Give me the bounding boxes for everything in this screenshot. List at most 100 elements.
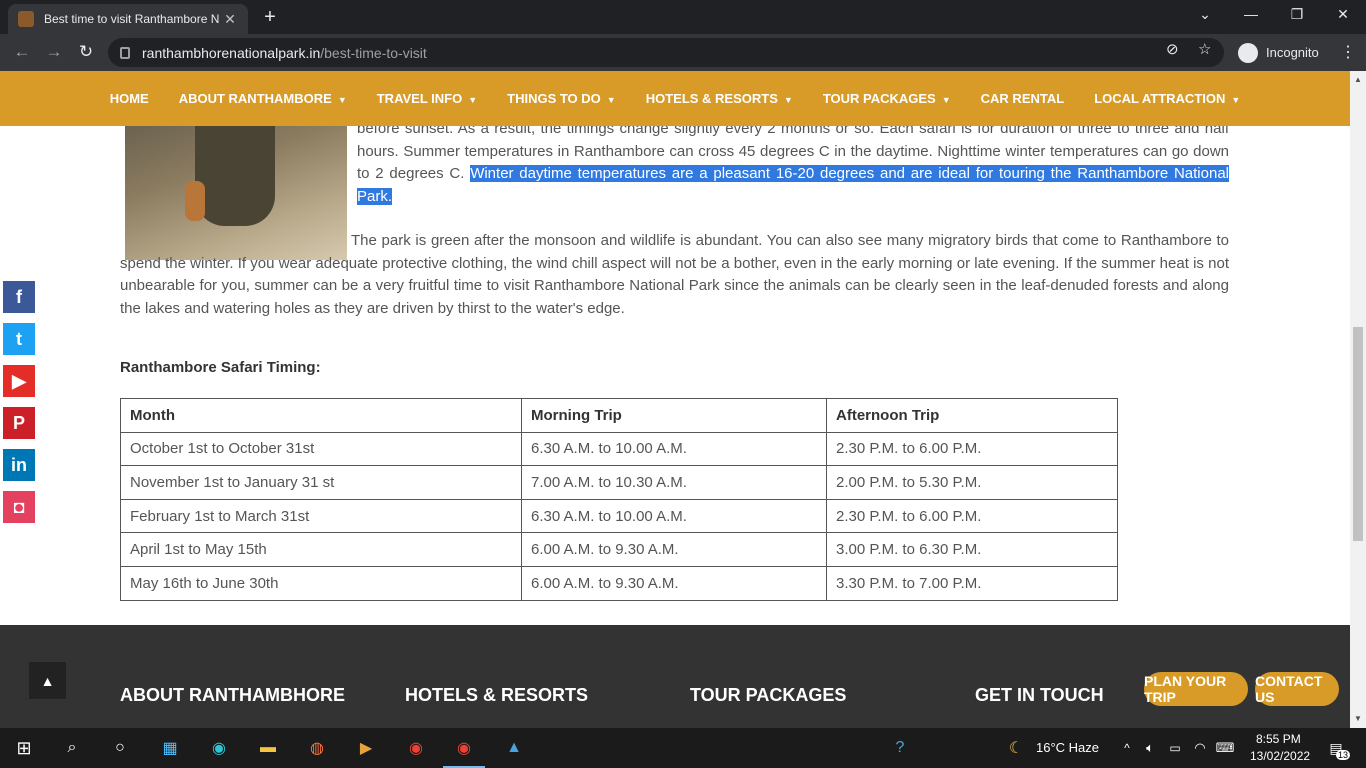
url-host: ranthambhorenationalpark.in [142,44,321,61]
chevron-down-icon: ▼ [1231,95,1241,105]
nav-item-label: TOUR PACKAGES [822,91,936,106]
footer-heading-tours: TOUR PACKAGES [690,685,847,705]
firefox-icon[interactable]: ◍ [305,736,329,760]
nav-item-tour-packages[interactable]: TOUR PACKAGES ▼ [808,91,966,106]
nav-item-travel-info[interactable]: TRAVEL INFO ▼ [362,91,492,106]
table-cell: 2.30 P.M. to 6.00 P.M. [826,431,1118,467]
chevron-down-icon: ▼ [783,95,793,105]
browser-tab-bar: Best time to visit Ranthambore N ✕ + ⌄ —… [0,0,1366,34]
table-row: February 1st to March 31st 6.30 A.M. to 1… [120,498,1118,534]
store-icon[interactable]: ▦ [158,736,182,760]
chrome-icon[interactable]: ◉ [404,736,428,760]
file-explorer-icon[interactable]: ▬ [256,736,280,760]
table-cell: 3.30 P.M. to 7.00 P.M. [826,565,1118,601]
table-row: May 16th to June 30th 6.00 A.M. to 9.30 A… [120,565,1118,601]
windows-taskbar: ⊞ ⌕ ○ ▦ ◉ ▬ ◍ ▶ ◉ ◉ ▲ ? ☾ 16°C Haze ^ 🔈︎… [0,728,1366,768]
weather-icon[interactable]: ☾ [1004,736,1028,760]
bookmark-star-icon[interactable]: ☆ [1198,40,1211,58]
nav-item-label: TRAVEL INFO [376,91,463,106]
linkedin-icon[interactable]: in [3,449,35,481]
windows-start-icon[interactable]: ⊞ [12,736,36,760]
table-row: April 1st to May 15th 6.00 A.M. to 9.30 A… [120,532,1118,567]
photos-icon[interactable]: ▲ [502,736,526,760]
eye-off-icon[interactable]: ⊘ [1166,40,1179,58]
footer-heading-hotels: HOTELS & RESORTS [405,685,589,705]
forward-icon[interactable]: → [42,42,66,62]
nav-item-things-to-do[interactable]: THINGS TO DO ▼ [492,91,631,106]
new-tab-button[interactable]: + [258,6,282,29]
table-cell: 6.00 A.M. to 9.30 A.M. [521,565,827,601]
site-footer: ▲ ABOUT RANTHAMBHORE HOTELS & RESORTS TO… [0,625,1350,728]
browser-toolbar: ← → ↻ ranthambhorenationalpark.in/best-t… [0,34,1366,71]
nav-item-label: CAR RENTAL [980,91,1065,106]
table-cell: 7.00 A.M. to 10.30 A.M. [521,465,827,500]
reload-icon[interactable]: ↻ [74,42,98,62]
nav-item-hotels-resorts[interactable]: HOTELS & RESORTS ▼ [631,91,808,106]
incognito-icon [1238,42,1258,63]
footer-heading-contact: GET IN TOUCH [975,685,1104,705]
weather-text[interactable]: 16°C Haze [1036,740,1099,755]
incognito-badge[interactable]: Incognito [1232,38,1329,67]
safari-timing-table: Month Morning Trip Afternoon Trip Octobe… [120,398,1118,601]
table-cell: October 1st to October 31st [120,431,522,467]
page-scrollbar[interactable]: ▲ ▼ [1350,71,1366,728]
tab-search-icon[interactable]: ⌄ [1190,6,1220,23]
tray-chevron-icon[interactable]: ^ [1115,736,1139,760]
speaker-icon[interactable]: 🔈︎ [1138,736,1162,760]
scroll-up-icon[interactable]: ▲ [1350,75,1366,84]
scroll-to-top-button[interactable]: ▲ [29,662,66,699]
search-icon[interactable]: ⌕ [60,736,84,760]
nav-item-local-attraction[interactable]: LOCAL ATTRACTION ▼ [1079,91,1255,106]
table-row: October 1st to October 31st 6.30 A.M. to … [120,431,1118,467]
plan-your-trip-button[interactable]: PLAN YOUR TRIP [1144,672,1248,706]
task-view-icon[interactable]: ○ [108,736,132,760]
contact-us-button[interactable]: CONTACT US [1255,672,1339,706]
youtube-icon[interactable]: ▶ [3,365,35,397]
url-path: /best-time-to-visit [320,44,427,61]
scrollbar-thumb[interactable] [1353,327,1363,541]
clock-date[interactable]: 13/02/2022 [1250,749,1310,763]
instagram-icon[interactable]: ◘ [3,491,35,523]
back-icon[interactable]: ← [10,42,34,62]
pinterest-icon[interactable]: P [3,407,35,439]
tab-close-icon[interactable]: ✕ [222,11,238,28]
facebook-icon[interactable]: f [3,281,35,313]
nav-item-about-ranthambore[interactable]: ABOUT RANTHAMBORE ▼ [164,91,362,106]
chevron-down-icon: ▼ [606,95,616,105]
battery-icon[interactable]: ▭ [1163,736,1187,760]
browser-menu-icon[interactable]: ⋮ [1340,42,1356,62]
tab-title: Best time to visit Ranthambore N [44,12,220,26]
table-cell: February 1st to March 31st [120,498,522,534]
nav-item-label: LOCAL ATTRACTION [1094,91,1226,106]
clock-time[interactable]: 8:55 PM [1256,732,1301,746]
twitter-icon[interactable]: t [3,323,35,355]
nav-item-label: ABOUT RANTHAMBORE [178,91,332,106]
table-cell: 6.30 A.M. to 10.00 A.M. [521,431,827,467]
chrome-incognito-icon[interactable]: ◉ [452,736,476,760]
notification-count: 13 [1336,750,1351,760]
nav-item-home[interactable]: HOME [95,91,164,106]
table-cell: May 16th to June 30th [120,565,522,601]
table-cell: April 1st to May 15th [120,532,522,567]
table-cell: 6.00 A.M. to 9.30 A.M. [521,532,827,567]
browser-tab[interactable]: Best time to visit Ranthambore N ✕ [8,4,248,34]
keyboard-icon[interactable]: ⌨ [1213,736,1237,760]
chevron-down-icon: ▼ [337,95,347,105]
close-window-icon[interactable]: ✕ [1328,6,1358,23]
chevron-down-icon: ▼ [941,95,951,105]
paragraph-timings: before sunset. As a result, the timings … [357,126,1229,208]
footer-heading-about: ABOUT RANTHAMBHORE [120,685,345,705]
scroll-down-icon[interactable]: ▼ [1350,714,1366,723]
column-header: Afternoon Trip [826,398,1118,433]
page-content: before sunset. As a result, the timings … [0,126,1350,625]
chevron-down-icon: ▼ [468,95,478,105]
wifi-icon[interactable]: ◠ [1188,736,1212,760]
nav-item-car-rental[interactable]: CAR RENTAL [966,91,1080,106]
media-player-icon[interactable]: ▶ [354,736,378,760]
help-icon[interactable]: ? [888,736,912,760]
edge-icon[interactable]: ◉ [207,736,231,760]
address-bar[interactable]: ranthambhorenationalpark.in/best-time-to… [108,38,1224,67]
restore-icon[interactable]: ❐ [1282,6,1312,23]
minimize-icon[interactable]: — [1236,6,1266,22]
nav-item-label: HOME [109,91,149,106]
